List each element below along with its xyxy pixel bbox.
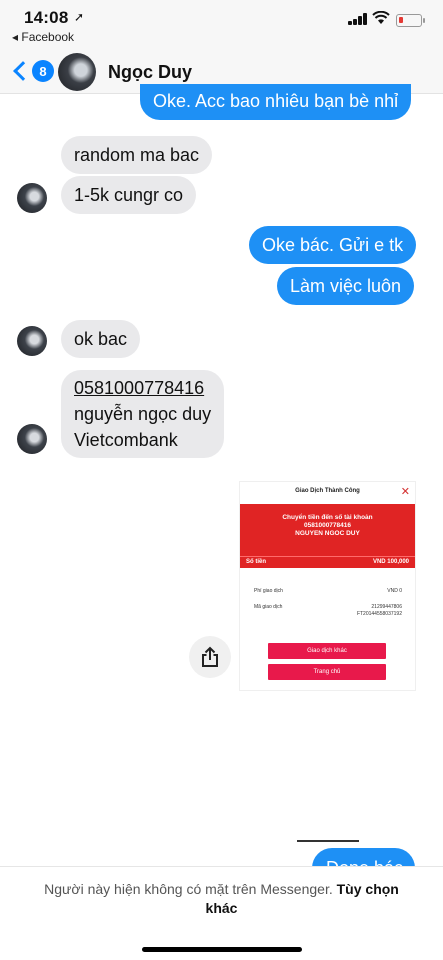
message-bubble-outgoing[interactable]: Oke. Acc bao nhiêu bạn bè nhỉ	[140, 84, 412, 120]
message-bubble-incoming[interactable]: ok bac	[61, 320, 141, 358]
receipt-title: Giao Dịch Thành Công	[295, 488, 360, 494]
fee-value: VND 0	[387, 588, 402, 594]
back-button[interactable]: 8	[10, 56, 54, 86]
receipt-account-number: 0581000778416	[304, 522, 351, 529]
home-button: Trang chủ	[268, 664, 386, 680]
home-indicator[interactable]	[142, 947, 302, 952]
other-transaction-button: Giao dịch khác	[268, 643, 386, 659]
sender-avatar	[17, 424, 47, 454]
scroll-divider	[297, 840, 359, 842]
chevron-left-icon	[13, 61, 33, 81]
close-icon: ✕	[400, 486, 410, 498]
account-number-link[interactable]: 0581000778416	[74, 375, 211, 401]
back-to-facebook-link[interactable]: ◂ Facebook	[12, 30, 74, 44]
transaction-id: 21299447806 FT20144558037192	[357, 604, 402, 618]
receipt-fee-row: Phí giao dịch VND 0	[254, 588, 402, 594]
share-icon	[202, 646, 218, 667]
amount-label: Số tiền	[246, 559, 267, 565]
sender-avatar	[17, 326, 47, 356]
location-arrow-icon: ➚	[74, 10, 85, 24]
status-bar: 14:08 ➚ ◂ Facebook	[0, 0, 443, 50]
cellular-signal-icon	[348, 13, 370, 25]
unread-count-badge: 8	[32, 60, 54, 82]
fee-label: Phí giao dịch	[254, 588, 283, 594]
unavailable-notice: Người này hiện không có mặt trên Messeng…	[30, 880, 413, 918]
amount-value: VND 100,000	[372, 559, 409, 565]
message-bubble-incoming[interactable]: random ma bac	[61, 136, 213, 174]
receipt-heading: Chuyển tiền đến số tài khoản	[282, 514, 373, 521]
contact-name[interactable]: Ngọc Duy	[108, 62, 192, 83]
transaction-label: Mã giao dịch	[254, 604, 283, 610]
account-holder-name: nguyễn ngọc duy	[74, 404, 212, 424]
message-bubble-outgoing[interactable]: Làm việc luôn	[277, 267, 415, 305]
contact-avatar[interactable]	[58, 53, 96, 91]
wifi-icon	[372, 10, 390, 29]
message-bubble-incoming[interactable]: 1-5k cungr co	[61, 176, 197, 214]
receipt-amount-row: Số tiền VND 100,000	[240, 556, 415, 568]
receipt-header-panel: Chuyển tiền đến số tài khoản 05810007784…	[240, 504, 415, 556]
receipt-transaction-row: Mã giao dịch 21299447806 FT2014455803719…	[254, 604, 402, 617]
status-time: 14:08	[24, 8, 69, 27]
composer-footer: Người này hiện không có mặt trên Messeng…	[0, 866, 443, 960]
account-info-bubble[interactable]: 0581000778416 nguyễn ngọc duy Vietcomban…	[61, 370, 225, 458]
message-bubble-outgoing[interactable]: Oke bác. Gửi e tk	[249, 226, 417, 264]
battery-low-icon	[396, 14, 425, 27]
unavailable-text: Người này hiện không có mặt trên Messeng…	[44, 881, 333, 897]
receipt-account-name: NGUYEN NGOC DUY	[295, 530, 360, 537]
sender-avatar	[17, 183, 47, 213]
bank-name: Vietcombank	[74, 430, 178, 450]
share-button[interactable]	[189, 636, 231, 678]
transaction-ft-code: FT20144558037192	[356, 611, 402, 617]
transaction-ref: 21299447806	[371, 604, 402, 610]
transfer-receipt-image[interactable]: Giao Dịch Thành Công ✕ Chuyển tiền đến s…	[240, 482, 415, 690]
